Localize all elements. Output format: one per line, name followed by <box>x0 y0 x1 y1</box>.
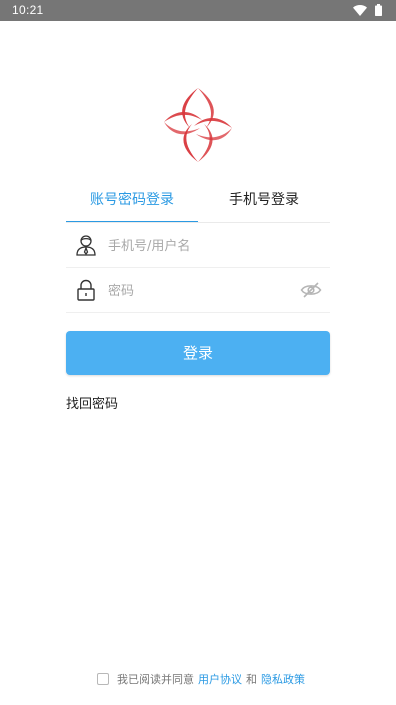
login-tabs: 账号密码登录 手机号登录 <box>66 182 330 223</box>
lock-icon <box>77 279 95 301</box>
field-divider <box>66 312 330 313</box>
username-field <box>66 223 330 268</box>
privacy-policy-link[interactable]: 隐私政策 <box>261 671 305 687</box>
agreement-checkbox[interactable] <box>97 673 109 685</box>
app-logo <box>164 88 232 162</box>
agreement-prefix: 我已阅读并同意 <box>117 673 194 686</box>
username-input[interactable] <box>106 231 290 261</box>
tab-phone[interactable]: 手机号登录 <box>198 182 330 222</box>
status-icons <box>353 4 382 16</box>
eye-hidden-icon[interactable] <box>300 281 322 299</box>
password-input[interactable] <box>106 276 290 306</box>
user-icon <box>76 235 96 256</box>
password-field <box>66 268 330 313</box>
login-button[interactable]: 登录 <box>66 331 330 375</box>
battery-icon <box>375 4 382 16</box>
forgot-password-link[interactable]: 找回密码 <box>66 393 118 412</box>
wifi-icon <box>353 4 367 16</box>
tab-account-password[interactable]: 账号密码登录 <box>66 182 198 222</box>
agreement-row: 我已阅读并同意 用户协议 和 隐私政策 <box>97 671 305 687</box>
agreement-and: 和 <box>246 673 257 686</box>
status-time: 10:21 <box>12 3 44 17</box>
user-agreement-link[interactable]: 用户协议 <box>198 671 242 687</box>
status-bar: 10:21 <box>0 0 396 21</box>
